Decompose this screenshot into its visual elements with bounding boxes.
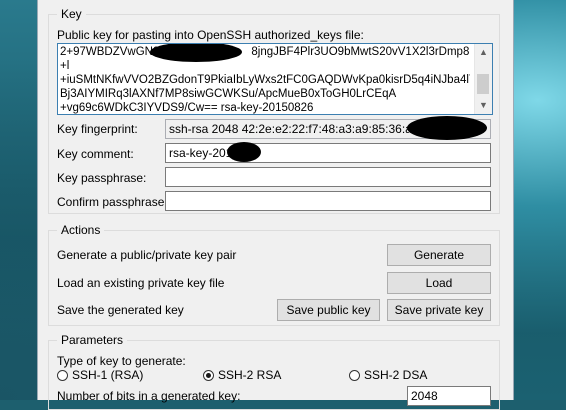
- bits-field[interactable]: 2048: [407, 386, 491, 406]
- radio-circle-selected[interactable]: [203, 369, 214, 381]
- pubkey-scrollbar[interactable]: ▲ ▼: [474, 44, 492, 114]
- pubkey-line-1: 2+97WBDZVwGN8 8jngJBF4Plr3UO9bMwtS20vV1X2…: [60, 45, 470, 59]
- redaction-mark: [407, 116, 487, 140]
- radio-circle[interactable]: [349, 369, 360, 381]
- generate-label: Generate a public/private key pair: [57, 248, 237, 262]
- key-group: Key Public key for pasting into OpenSSH …: [48, 7, 500, 214]
- scrollbar-thumb[interactable]: [477, 74, 489, 94]
- comment-field[interactable]: rsa-key-2015: [165, 143, 491, 163]
- radio-ssh2-dsa-label: SSH-2 DSA: [364, 368, 428, 382]
- radio-ssh1-rsa-label: SSH-1 (RSA): [72, 368, 144, 382]
- radio-ssh2-rsa[interactable]: SSH-2 RSA: [203, 368, 281, 382]
- passphrase-field[interactable]: [165, 167, 491, 187]
- puttygen-window: Key Public key for pasting into OpenSSH …: [37, 0, 514, 410]
- public-key-textarea[interactable]: 2+97WBDZVwGN8 8jngJBF4Plr3UO9bMwtS20vV1X2…: [57, 43, 493, 115]
- pubkey-line-5: +vg69c6WDkC3IYVDS9/Cw== rsa-key-20150826: [60, 102, 314, 114]
- radio-ssh2-rsa-label: SSH-2 RSA: [218, 368, 282, 382]
- parameters-group-title: Parameters: [57, 333, 128, 347]
- redaction-mark: [150, 44, 242, 62]
- key-group-title: Key: [57, 7, 86, 21]
- save-label: Save the generated key: [57, 303, 184, 317]
- save-public-key-button[interactable]: Save public key: [277, 299, 380, 321]
- pubkey-line-1-head: 2+97WBDZVwGN8: [60, 46, 160, 58]
- radio-ssh1-rsa[interactable]: SSH-1 (RSA): [57, 368, 143, 382]
- fingerprint-label: Key fingerprint:: [57, 122, 138, 136]
- fingerprint-value: ssh-rsa 2048 42:2e:e2:22:f7:48:a3:a9:85:…: [169, 122, 436, 136]
- load-label: Load an existing private key file: [57, 276, 225, 290]
- redaction-mark: [227, 142, 261, 162]
- confirm-passphrase-label: Confirm passphrase:: [57, 195, 168, 209]
- comment-label: Key comment:: [57, 147, 134, 161]
- generate-button[interactable]: Generate: [387, 244, 491, 266]
- save-private-key-button[interactable]: Save private key: [387, 299, 491, 321]
- pubkey-label: Public key for pasting into OpenSSH auth…: [57, 28, 364, 42]
- pubkey-line-3: +iuSMtNKfwVVO2BZGdonT9PkiaIbLyWxs2tFC0GA…: [60, 74, 470, 86]
- pubkey-line-4: Bj3AIYMIRq3lAXNf7MP8siwGCWKSu/ApcMueB0xT…: [60, 88, 397, 100]
- passphrase-label: Key passphrase:: [57, 171, 147, 185]
- pubkey-line-2: +l: [60, 60, 70, 72]
- load-button[interactable]: Load: [387, 272, 491, 294]
- actions-group: Actions Generate a public/private key pa…: [48, 223, 500, 326]
- actions-group-title: Actions: [57, 223, 105, 237]
- chevron-down-icon[interactable]: ▼: [475, 97, 492, 114]
- chevron-up-icon[interactable]: ▲: [475, 44, 492, 61]
- bits-value: 2048: [411, 389, 438, 403]
- radio-ssh2-dsa[interactable]: SSH-2 DSA: [349, 368, 427, 382]
- radio-circle[interactable]: [57, 369, 68, 381]
- bits-label: Number of bits in a generated key:: [57, 389, 241, 403]
- pubkey-line-1-tail: 8jngJBF4Plr3UO9bMwtS20vV1X2l3rDmp8SUDeD5: [251, 46, 470, 58]
- key-type-label: Type of key to generate:: [57, 354, 186, 368]
- confirm-passphrase-field[interactable]: [165, 191, 491, 211]
